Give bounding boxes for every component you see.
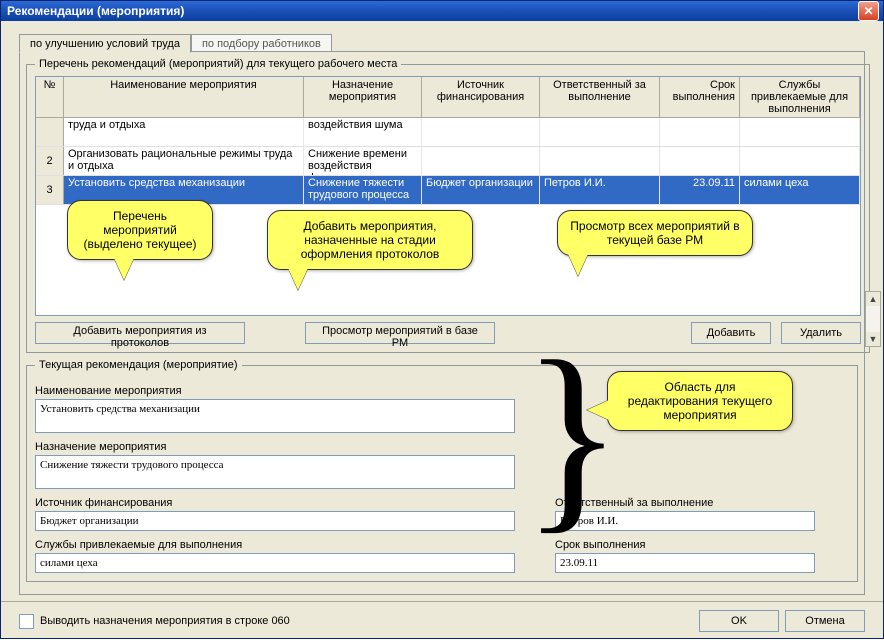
brace-icon: }	[522, 345, 623, 525]
col-nazn[interactable]: Назначение мероприятия	[304, 77, 422, 117]
dialog-window: Рекомендации (мероприятия) ✕ по улучшени…	[0, 0, 884, 639]
edit-ist-value[interactable]: Бюджет организации	[35, 511, 515, 531]
fieldset-list: Перечень рекомендаций (мероприятий) для …	[26, 58, 870, 353]
col-n[interactable]: №	[36, 77, 64, 117]
grid-header: № Наименование мероприятия Назначение ме…	[36, 77, 860, 118]
scroll-track[interactable]	[866, 306, 880, 332]
col-ist[interactable]: Источник финансирования	[422, 77, 540, 117]
table-row[interactable]: 2 Организовать рациональные режимы труда…	[36, 147, 860, 176]
view-in-db-button[interactable]: Просмотр мероприятий в базе РМ	[305, 322, 495, 344]
table-row[interactable]: труда и отдыха воздействия шума	[36, 118, 860, 147]
delete-button[interactable]: Удалить	[781, 322, 861, 344]
grid: № Наименование мероприятия Назначение ме…	[35, 76, 861, 316]
scroll-up-icon[interactable]: ▲	[866, 292, 880, 306]
side-scrollbar[interactable]: ▲ ▼	[865, 291, 881, 347]
callout-list: Перечень мероприятий (выделено текущее)	[67, 200, 213, 260]
tab-strip: по улучшению условий труда по подбору ра…	[19, 29, 865, 51]
edit-nazn-value[interactable]: Снижение тяжести трудового процесса	[35, 455, 515, 489]
label-sluzh: Службы привлекаемые для выполнения	[35, 539, 515, 551]
cancel-button[interactable]: Отмена	[785, 610, 865, 632]
edit-srok-value[interactable]: 23.09.11	[555, 553, 815, 573]
edit-sluzh-value[interactable]: силами цеха	[35, 553, 515, 573]
window-title: Рекомендации (мероприятия)	[5, 4, 858, 18]
callout-add-protocols: Добавить мероприятия, назначенные на ста…	[267, 210, 473, 270]
grid-body: труда и отдыха воздействия шума 2 Органи…	[36, 118, 860, 205]
dialog-footer: Выводить назначения мероприятия в строке…	[1, 601, 883, 640]
titlebar: Рекомендации (мероприятия) ✕	[1, 1, 883, 21]
col-otv[interactable]: Ответственный за выполнение	[540, 77, 660, 117]
add-button[interactable]: Добавить	[691, 322, 771, 344]
fieldset-edit: Текущая рекомендация (мероприятие) Наиме…	[26, 359, 858, 582]
checkbox-060-label: Выводить назначения мероприятия в строке…	[40, 615, 290, 627]
col-name[interactable]: Наименование мероприятия	[64, 77, 304, 117]
tab-workers[interactable]: по подбору работников	[191, 34, 332, 52]
scroll-down-icon[interactable]: ▼	[866, 332, 880, 346]
label-ist: Источник финансирования	[35, 497, 515, 509]
fieldset-edit-title: Текущая рекомендация (мероприятие)	[35, 359, 242, 371]
list-toolbar: Добавить мероприятия из протоколов Просм…	[35, 322, 861, 344]
add-from-protocols-button[interactable]: Добавить мероприятия из протоколов	[35, 322, 245, 344]
callout-view-db: Просмотр всех мероприятий в текущей базе…	[557, 210, 753, 256]
label-nazn: Назначение мероприятия	[35, 441, 849, 453]
close-icon[interactable]: ✕	[858, 1, 879, 21]
ok-button[interactable]: OK	[699, 610, 779, 632]
tab-panel: Перечень рекомендаций (мероприятий) для …	[19, 51, 865, 595]
tab-conditions[interactable]: по улучшению условий труда	[19, 34, 191, 53]
fieldset-list-title: Перечень рекомендаций (мероприятий) для …	[35, 58, 401, 70]
col-srok[interactable]: Срок выполнения	[660, 77, 740, 117]
edit-name-value[interactable]: Установить средства механизации	[35, 399, 515, 433]
col-sluzh[interactable]: Службы привлекаемые для выполнения	[740, 77, 860, 117]
callout-edit-area: Область для редактирования текущего меро…	[607, 371, 793, 431]
checkbox-060[interactable]	[19, 614, 34, 629]
